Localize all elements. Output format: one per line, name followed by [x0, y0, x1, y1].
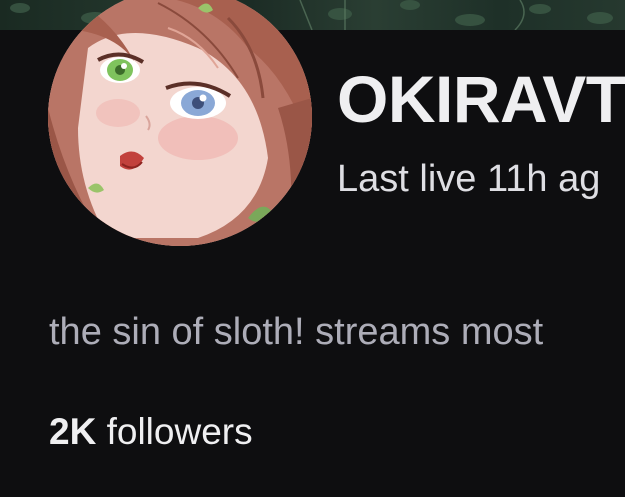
channel-name[interactable]: OKIRAVT: [337, 66, 625, 132]
channel-profile-card: OKIRAVT Last live 11h ag the sin of slot…: [0, 0, 625, 497]
followers-info[interactable]: 2K followers: [49, 413, 253, 450]
channel-avatar[interactable]: [48, 0, 312, 246]
followers-label: followers: [96, 411, 253, 452]
followers-count: 2K: [49, 411, 97, 452]
last-live-status: Last live 11h ag: [337, 158, 601, 200]
channel-bio: the sin of sloth! streams most: [49, 311, 544, 353]
